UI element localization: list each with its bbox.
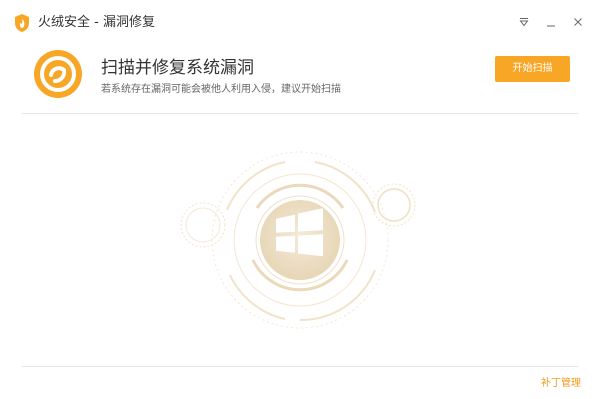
footer-divider: [22, 366, 578, 367]
menu-dropdown-icon[interactable]: [516, 14, 532, 30]
vulnerability-fix-icon: [33, 49, 83, 99]
start-scan-button[interactable]: 开始扫描: [495, 56, 570, 82]
huorong-shield-logo-icon: [13, 13, 31, 33]
windows-logo-scan-icon: [175, 140, 425, 340]
minimize-icon[interactable]: [543, 14, 559, 30]
page-title: 扫描并修复系统漏洞: [101, 58, 254, 78]
title-bar: 火绒安全 - 漏洞修复: [0, 0, 602, 46]
page-subtitle: 若系统存在漏洞可能会被他人利用入侵，建议开始扫描: [101, 84, 341, 95]
window-title: 火绒安全 - 漏洞修复: [38, 15, 155, 30]
close-icon[interactable]: [570, 14, 586, 30]
header-divider: [22, 113, 578, 114]
patch-manage-link[interactable]: 补丁管理: [541, 377, 581, 391]
